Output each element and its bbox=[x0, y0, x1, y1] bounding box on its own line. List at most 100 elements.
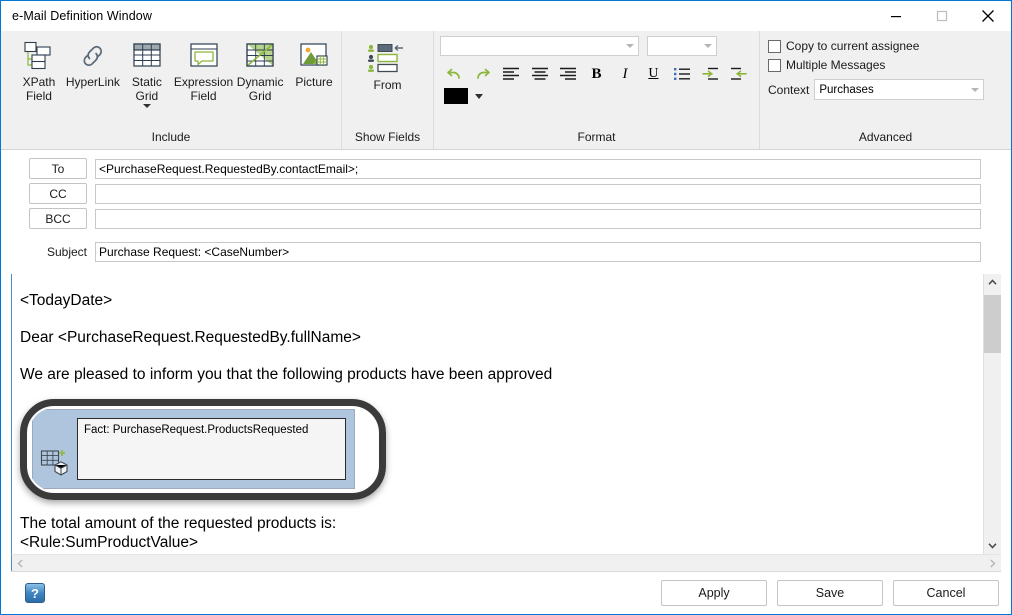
vertical-scroll-thumb[interactable] bbox=[984, 295, 1001, 353]
body-horizontal-scrollbar[interactable] bbox=[11, 554, 1001, 571]
static-grid-dropdown-caret-icon[interactable] bbox=[142, 104, 151, 108]
font-size-caret-icon[interactable] bbox=[700, 44, 716, 48]
context-caret-icon[interactable] bbox=[967, 87, 983, 92]
multiple-messages-checkbox-row[interactable]: Multiple Messages bbox=[768, 58, 885, 72]
to-button[interactable]: To bbox=[29, 158, 87, 179]
body-line-intro: We are pleased to inform you that the fo… bbox=[20, 366, 553, 383]
subject-input[interactable]: Purchase Request: <CaseNumber> bbox=[95, 242, 981, 262]
align-left-icon bbox=[503, 67, 520, 80]
align-left-button[interactable] bbox=[497, 61, 525, 87]
copy-to-current-assignee-checkbox[interactable] bbox=[768, 39, 781, 53]
hyperlink-button[interactable]: HyperLink bbox=[66, 36, 120, 90]
apply-button[interactable]: Apply bbox=[661, 580, 767, 606]
static-grid-icon bbox=[133, 43, 161, 67]
xpath-field-label: XPath Field bbox=[22, 75, 56, 103]
subject-label: Subject bbox=[46, 245, 87, 259]
multiple-messages-label: Multiple Messages bbox=[786, 58, 886, 72]
body-line-greeting: Dear <PurchaseRequest.RequestedBy.fullNa… bbox=[20, 329, 361, 346]
ribbon-group-advanced: Copy to current assignee Multiple Messag… bbox=[759, 31, 1011, 149]
decrease-indent-button[interactable] bbox=[725, 61, 753, 87]
cc-row: CC bbox=[1, 183, 1011, 204]
chevron-up-icon bbox=[988, 279, 997, 285]
italic-button[interactable]: I bbox=[611, 61, 639, 87]
scroll-down-button[interactable] bbox=[984, 537, 1001, 554]
xpath-field-button[interactable]: XPath Field bbox=[12, 36, 66, 103]
increase-indent-button[interactable] bbox=[696, 61, 724, 87]
dynamic-grid-label: Dynamic Grid bbox=[236, 75, 284, 103]
text-color-dropdown-caret-icon[interactable] bbox=[475, 93, 483, 99]
maximize-button[interactable] bbox=[919, 1, 965, 31]
dynamic-grid-button[interactable]: Dynamic Grid bbox=[233, 36, 287, 103]
dynamic-grid-object-box: Fact: PurchaseRequest.ProductsRequested bbox=[77, 418, 346, 480]
context-label: Context bbox=[768, 82, 810, 97]
static-grid-button[interactable]: Static Grid bbox=[120, 36, 174, 108]
redo-button[interactable] bbox=[468, 61, 496, 87]
bold-button[interactable]: B bbox=[582, 61, 610, 87]
ribbon-group-show-fields-body: From bbox=[342, 31, 433, 127]
font-controls-row bbox=[440, 36, 753, 56]
body-line-total-rule: <Rule:SumProductValue> bbox=[20, 534, 199, 551]
dynamic-grid-object-icon-holder bbox=[33, 410, 77, 488]
ribbon-group-format-body: B I U bbox=[434, 31, 759, 127]
picture-icon bbox=[300, 43, 328, 66]
picture-button[interactable]: Picture bbox=[287, 36, 341, 90]
save-button[interactable]: Save bbox=[777, 580, 883, 606]
align-center-button[interactable] bbox=[525, 61, 553, 87]
copy-to-current-assignee-checkbox-row[interactable]: Copy to current assignee bbox=[768, 39, 919, 53]
scroll-left-button[interactable] bbox=[12, 555, 29, 572]
from-field-icon bbox=[367, 44, 403, 73]
footer-buttons: Apply Save Cancel bbox=[661, 580, 999, 606]
expression-field-label: Expression Field bbox=[173, 75, 234, 103]
to-row: To <PurchaseRequest.RequestedBy.contactE… bbox=[1, 158, 1011, 179]
close-button[interactable] bbox=[965, 1, 1011, 31]
cc-button[interactable]: CC bbox=[29, 183, 87, 204]
expression-field-button[interactable]: Expression Field bbox=[174, 36, 233, 103]
xpath-field-icon bbox=[24, 41, 51, 70]
context-row: Context Purchases bbox=[768, 79, 985, 100]
ribbon-group-advanced-label: Advanced bbox=[858, 130, 913, 144]
help-button[interactable]: ? bbox=[25, 583, 45, 603]
font-name-combo[interactable] bbox=[440, 36, 639, 56]
body-vertical-scrollbar[interactable] bbox=[983, 274, 1001, 554]
cc-input[interactable] bbox=[95, 183, 981, 204]
ribbon: XPath Field HyperLink Static Grid Expres… bbox=[1, 31, 1011, 150]
chevron-left-icon bbox=[17, 558, 23, 568]
dynamic-grid-icon bbox=[246, 43, 274, 67]
undo-icon bbox=[447, 68, 461, 79]
minimize-icon bbox=[891, 16, 901, 18]
body-editor[interactable]: <TodayDate> Dear <PurchaseRequest.Reques… bbox=[12, 274, 983, 554]
svg-text:?: ? bbox=[31, 586, 39, 601]
bcc-row: BCC bbox=[1, 208, 1011, 229]
to-input[interactable]: <PurchaseRequest.RequestedBy.contactEmai… bbox=[95, 158, 981, 179]
multiple-messages-checkbox[interactable] bbox=[768, 58, 781, 72]
dynamic-grid-object[interactable]: Fact: PurchaseRequest.ProductsRequested bbox=[32, 409, 355, 489]
undo-button[interactable] bbox=[440, 61, 468, 87]
body-line-total-label: The total amount of the requested produc… bbox=[20, 515, 337, 532]
align-center-icon bbox=[531, 67, 548, 80]
vertical-scroll-track[interactable] bbox=[984, 291, 1001, 537]
scroll-up-button[interactable] bbox=[984, 274, 1001, 291]
bcc-button[interactable]: BCC bbox=[29, 208, 87, 229]
font-name-caret-icon[interactable] bbox=[622, 44, 638, 48]
dynamic-grid-object-icon bbox=[40, 450, 68, 476]
font-size-combo[interactable] bbox=[647, 36, 717, 56]
underline-button[interactable]: U bbox=[639, 61, 667, 87]
context-combo[interactable]: Purchases bbox=[814, 79, 985, 100]
align-right-button[interactable] bbox=[554, 61, 582, 87]
cancel-button[interactable]: Cancel bbox=[893, 580, 999, 606]
text-color-swatch[interactable] bbox=[444, 88, 468, 104]
ribbon-group-show-fields: From Show Fields bbox=[341, 31, 433, 149]
email-definition-window: e-Mail Definition Window XPath Field Hyp… bbox=[0, 0, 1012, 615]
bcc-input[interactable] bbox=[95, 208, 981, 229]
bullet-list-button[interactable] bbox=[668, 61, 696, 87]
dynamic-grid-object-text: Fact: PurchaseRequest.ProductsRequested bbox=[84, 424, 309, 436]
format-tools-row: B I U bbox=[440, 61, 753, 87]
minimize-button[interactable] bbox=[873, 1, 919, 31]
align-right-icon bbox=[560, 67, 577, 80]
text-color-row bbox=[440, 88, 753, 104]
scroll-right-button[interactable] bbox=[984, 555, 1001, 572]
copy-to-current-assignee-label: Copy to current assignee bbox=[786, 39, 920, 53]
picture-label: Picture bbox=[295, 75, 333, 89]
from-field-button[interactable]: From bbox=[358, 39, 418, 93]
bullet-list-icon bbox=[673, 68, 690, 80]
